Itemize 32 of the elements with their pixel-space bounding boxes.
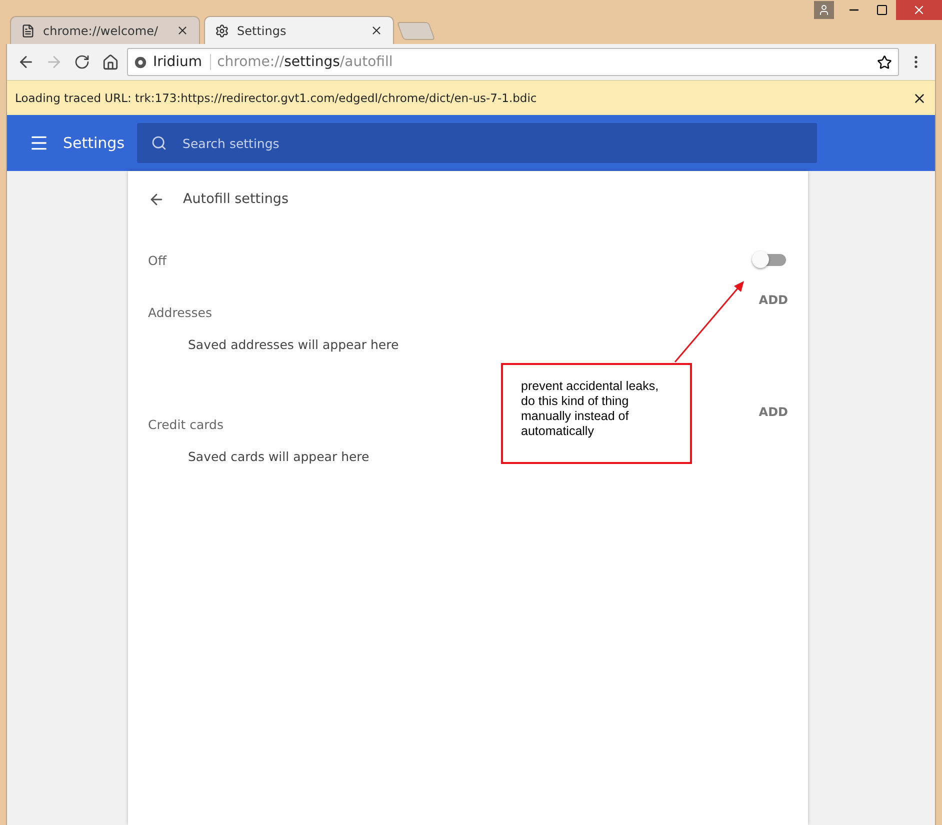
browser-tab[interactable]: chrome://welcome/ [10, 16, 200, 44]
address-bar[interactable]: Iridium chrome://settings/autofill [127, 48, 899, 76]
search-field[interactable]: Search settings [136, 123, 817, 163]
empty-message: Saved cards will appear here [188, 449, 370, 464]
search-icon [150, 135, 167, 151]
close-button[interactable] [896, 0, 942, 20]
add-button[interactable]: ADD [758, 293, 788, 307]
annotation-note: prevent accidental leaks, do this kind of thing manually instead of automatically [501, 363, 692, 464]
header-title: Settings [63, 134, 125, 152]
empty-message: Saved addresses will appear here [188, 337, 399, 352]
close-icon[interactable] [176, 24, 189, 37]
bookmark-star-icon[interactable] [877, 54, 892, 70]
page-title: Autofill settings [183, 191, 288, 207]
maximize-icon[interactable] [876, 4, 888, 16]
browser-tab[interactable]: Settings [204, 16, 394, 44]
home-icon[interactable] [102, 54, 118, 70]
add-button[interactable]: ADD [758, 405, 788, 419]
close-icon [912, 3, 926, 17]
close-icon[interactable] [370, 24, 383, 37]
reload-icon[interactable] [74, 54, 90, 70]
autofill-label: Off [148, 252, 166, 268]
site-icon [134, 56, 147, 68]
section-title: Addresses [148, 304, 212, 320]
section-title: Credit cards [148, 416, 224, 432]
tab-title: Settings [237, 24, 288, 38]
back-icon[interactable] [17, 53, 35, 71]
info-message: Loading traced URL: trk:173:https://redirector.gvt1.com/edgedl/chrome/dict/en-us-7-1.bdic [15, 91, 538, 105]
profile-button[interactable] [814, 1, 834, 19]
page-icon [21, 24, 35, 38]
person-icon [818, 4, 830, 16]
tab-title: chrome://welcome/ [43, 24, 160, 38]
gear-icon [215, 24, 229, 38]
